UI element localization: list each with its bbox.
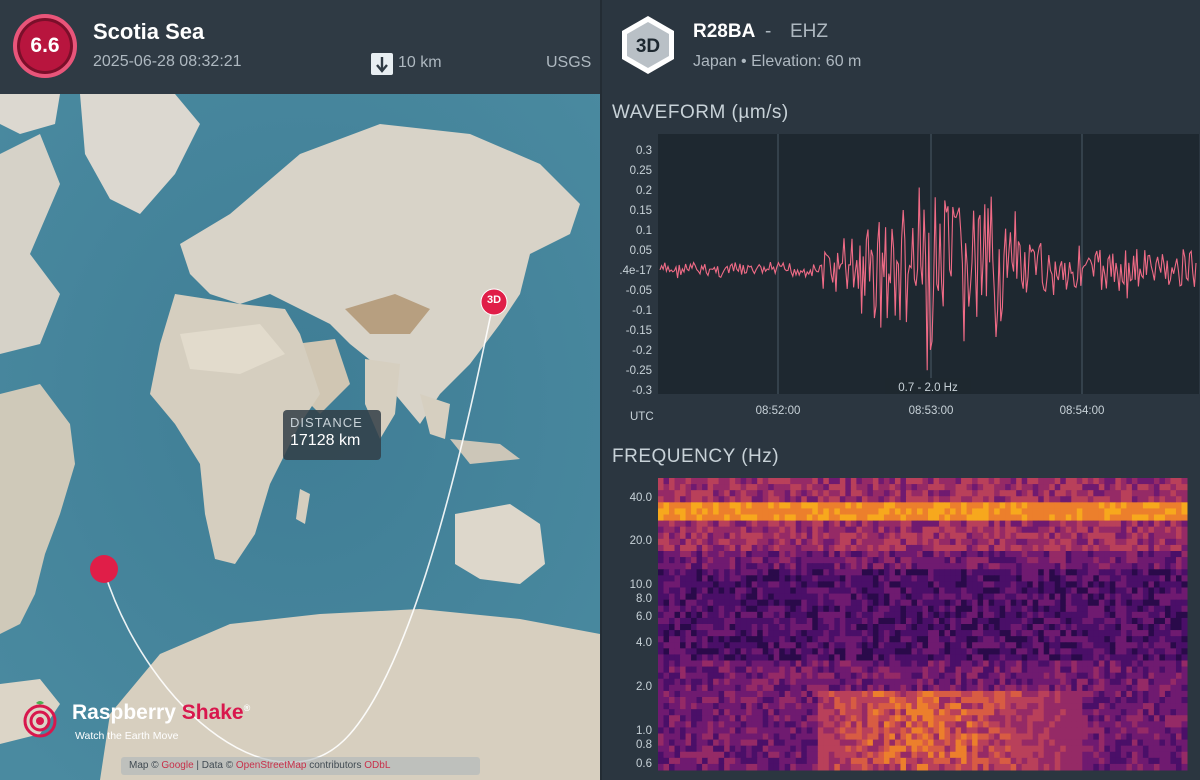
waveform-y-tick: -0.2	[632, 345, 652, 357]
logo-name: Raspberry Shake®	[72, 701, 251, 724]
raspberry-shake-logo[interactable]: Raspberry Shake® Watch the Earth Move	[22, 697, 282, 745]
frequency-title: FREQUENCY (Hz)	[612, 446, 780, 467]
distance-label: DISTANCE	[290, 415, 363, 430]
frequency-y-tick: 0.6	[636, 758, 652, 770]
event-title: Scotia Sea	[93, 19, 205, 44]
attribution-text-3: contributors	[309, 760, 362, 771]
waveform-y-tick: 0.2	[636, 185, 652, 197]
waveform-chart[interactable]: 0.3 0.25 0.2 0.15 0.1 0.05 .4e-17 -0.05 -0.1 -0.1…	[602, 130, 1200, 430]
attribution-text-2: | Data ©	[196, 760, 234, 771]
event-depth: 10 km	[398, 54, 442, 71]
distance-value: 17128 km	[290, 432, 361, 449]
station-location: Japan • Elevation: 60 m	[693, 53, 862, 70]
frequency-y-tick: 1.0	[636, 725, 652, 737]
event-source: USGS	[546, 54, 592, 71]
frequency-y-tick: 8.0	[636, 593, 652, 605]
waveform-y-tick: .4e-17	[619, 265, 652, 277]
event-datetime: 2025-06-28 08:32:21	[93, 53, 242, 70]
waveform-y-tick: -0.15	[626, 325, 652, 337]
waveform-y-tick: -0.25	[626, 365, 652, 377]
event-panel: 6.6 Scotia Sea 2025-06-28 08:32:21 10 km…	[0, 0, 600, 780]
frequency-y-tick: 20.0	[630, 535, 652, 547]
waveform-y-tick: -0.05	[626, 285, 652, 297]
frequency-y-tick: 40.0	[630, 492, 652, 504]
station-badge-label: 3D	[636, 36, 660, 57]
filter-label: 0.7 - 2.0 Hz	[898, 382, 958, 394]
waveform-x-tick: 08:52:00	[756, 405, 801, 417]
logo-name-part-2: Shake	[181, 701, 244, 724]
epicenter-marker	[90, 555, 118, 583]
station-type-badge: 3D	[619, 14, 677, 76]
attribution-link-osm[interactable]: OpenStreetMap	[236, 760, 307, 771]
attribution-text-1: Map ©	[129, 760, 159, 771]
station-panel: 3D R28BA - EHZ Japan • Elevation: 60 m W…	[602, 0, 1200, 780]
station-separator: -	[765, 21, 772, 42]
logo-tagline: Watch the Earth Move	[75, 730, 179, 742]
waveform-y-tick: 0.25	[630, 165, 652, 177]
waveform-x-tick: 08:54:00	[1060, 405, 1105, 417]
attribution-link-google[interactable]: Google	[161, 760, 193, 771]
waveform-y-tick: 0.3	[636, 145, 652, 157]
logo-name-part-1: Raspberry	[72, 701, 176, 724]
station-code: R28BA	[693, 21, 756, 42]
waveform-y-tick: 0.15	[630, 205, 652, 217]
magnitude-badge: 6.6	[13, 14, 77, 78]
frequency-y-tick: 0.8	[636, 739, 652, 751]
station-marker-label: 3D	[486, 294, 502, 306]
waveform-y-tick: -0.3	[632, 385, 652, 397]
distance-box: DISTANCE 17128 km	[283, 410, 381, 460]
spectrogram-chart[interactable]: 40.0 20.0 10.0 8.0 6.0 4.0 2.0 1.0 0.8 0.6	[602, 474, 1200, 774]
frequency-y-tick: 2.0	[636, 681, 652, 693]
waveform-y-tick: 0.05	[630, 245, 652, 257]
waveform-y-tick: 0.1	[636, 225, 652, 237]
frequency-y-tick: 4.0	[636, 637, 652, 649]
map-attribution: Map © Google | Data © OpenStreetMap cont…	[121, 757, 480, 775]
world-map[interactable]: 3D DISTANCE 17128 km	[0, 94, 600, 780]
raspberry-icon	[23, 701, 57, 738]
frequency-y-tick: 10.0	[630, 579, 652, 591]
magnitude-value: 6.6	[30, 34, 60, 57]
waveform-y-tick: -0.1	[632, 305, 652, 317]
event-header: 6.6 Scotia Sea 2025-06-28 08:32:21 10 km…	[0, 0, 600, 94]
attribution-link-odbl[interactable]: ODbL	[364, 760, 390, 771]
station-channel: EHZ	[790, 21, 828, 42]
waveform-title: WAVEFORM (µm/s)	[612, 102, 789, 123]
depth-arrow-icon	[371, 53, 393, 75]
utc-label: UTC	[630, 411, 654, 423]
waveform-x-tick: 08:53:00	[909, 405, 954, 417]
frequency-y-tick: 6.0	[636, 611, 652, 623]
